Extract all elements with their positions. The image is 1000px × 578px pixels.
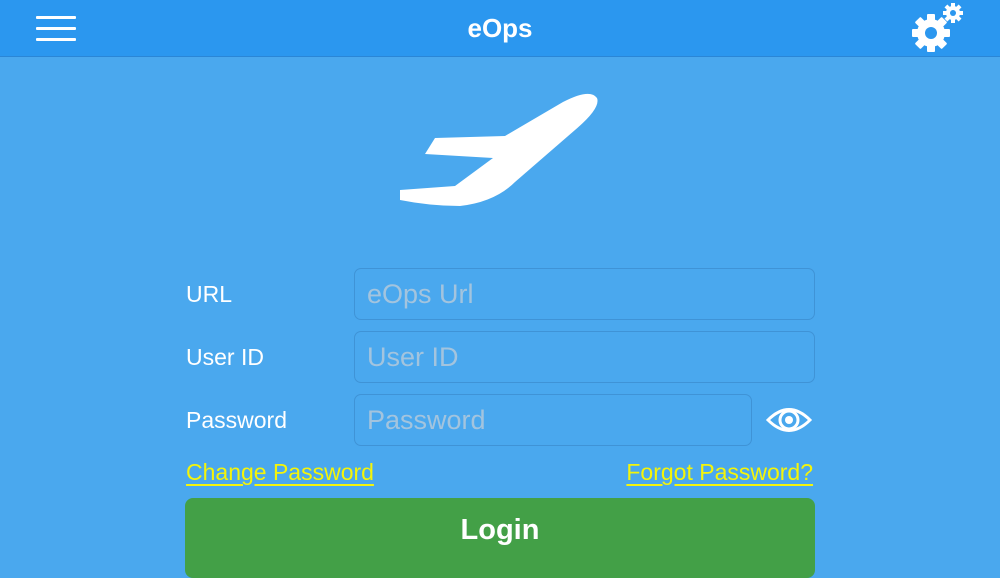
password-label: Password bbox=[186, 407, 287, 433]
userid-label: User ID bbox=[186, 344, 264, 370]
password-input[interactable] bbox=[354, 394, 752, 446]
url-label: URL bbox=[186, 281, 233, 307]
top-bar: eOps bbox=[0, 0, 1000, 57]
login-button[interactable]: Login bbox=[185, 498, 815, 578]
airplane-takeoff-icon bbox=[395, 90, 605, 220]
show-password-eye-icon[interactable] bbox=[765, 401, 813, 439]
settings-gears-icon[interactable] bbox=[906, 0, 968, 56]
app-title: eOps bbox=[467, 13, 533, 43]
forgot-password-link[interactable]: Forgot Password? bbox=[626, 459, 813, 486]
userid-input[interactable] bbox=[354, 331, 815, 383]
change-password-link[interactable]: Change Password bbox=[186, 459, 374, 486]
url-input[interactable] bbox=[354, 268, 815, 320]
